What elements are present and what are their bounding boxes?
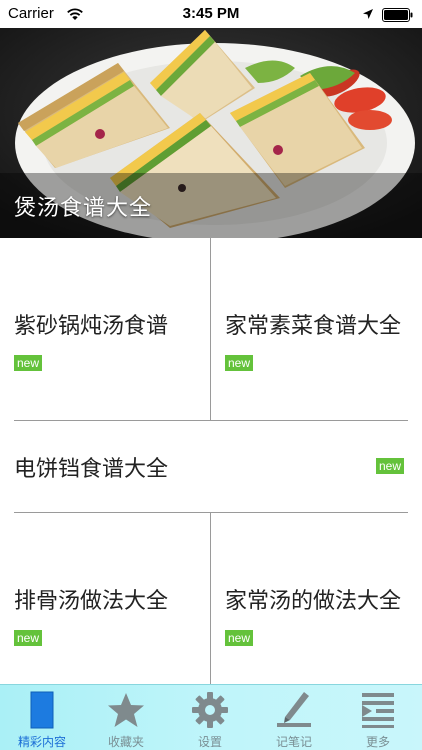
recipe-title: 电饼铛食谱大全 <box>14 457 169 482</box>
recipe-card[interactable]: 家常汤的做法大全 new <box>211 513 422 684</box>
tab-label: 更多 <box>365 735 390 749</box>
recipe-title: 排骨汤做法大全 <box>14 589 169 614</box>
recipe-title: 家常素菜食谱大全 <box>225 314 402 339</box>
gear-icon <box>192 692 228 728</box>
star-icon <box>108 693 144 727</box>
hero-banner[interactable]: 煲汤食谱大全 <box>0 28 422 238</box>
pen-icon <box>277 692 311 727</box>
new-badge: new <box>14 630 43 646</box>
tab-label: 设置 <box>197 735 222 749</box>
hero-title: 煲汤食谱大全 <box>14 196 153 221</box>
recipe-card[interactable]: 排骨汤做法大全 new <box>0 513 210 684</box>
recipe-grid: 紫砂锅炖汤食谱 new 家常素菜食谱大全 new 电饼铛食谱大全 new 排骨汤… <box>0 238 422 684</box>
tab-label: 收藏夹 <box>107 735 144 749</box>
document-icon <box>30 691 54 729</box>
recipe-card[interactable]: 电饼铛食谱大全 new <box>0 421 422 512</box>
tab-bar: 精彩内容 收藏夹 设置 记笔记 更多 <box>0 684 422 750</box>
tab-more[interactable]: 更多 <box>336 685 420 750</box>
new-badge: new <box>14 355 43 371</box>
tab-favorites[interactable]: 收藏夹 <box>84 685 168 750</box>
tab-label: 记笔记 <box>275 735 312 749</box>
new-badge: new <box>225 355 254 371</box>
recipe-card[interactable]: 紫砂锅炖汤食谱 new <box>0 238 210 420</box>
tab-featured[interactable]: 精彩内容 <box>0 685 84 750</box>
tab-label: 精彩内容 <box>17 735 66 749</box>
location-arrow-icon <box>363 9 373 19</box>
tab-settings[interactable]: 设置 <box>168 685 252 750</box>
divider <box>210 238 211 420</box>
menu-icon <box>362 693 394 728</box>
tab-notes[interactable]: 记笔记 <box>252 685 336 750</box>
recipe-title: 家常汤的做法大全 <box>225 589 402 614</box>
battery-icon <box>382 8 413 22</box>
new-badge: new <box>225 630 254 646</box>
divider <box>210 513 211 684</box>
clock: 3:45 PM <box>182 5 240 22</box>
recipe-card[interactable]: 家常素菜食谱大全 new <box>211 238 422 420</box>
recipe-title: 紫砂锅炖汤食谱 <box>14 314 169 339</box>
status-bar: Carrier 3:45 PM <box>0 0 422 28</box>
new-badge: new <box>376 458 405 474</box>
